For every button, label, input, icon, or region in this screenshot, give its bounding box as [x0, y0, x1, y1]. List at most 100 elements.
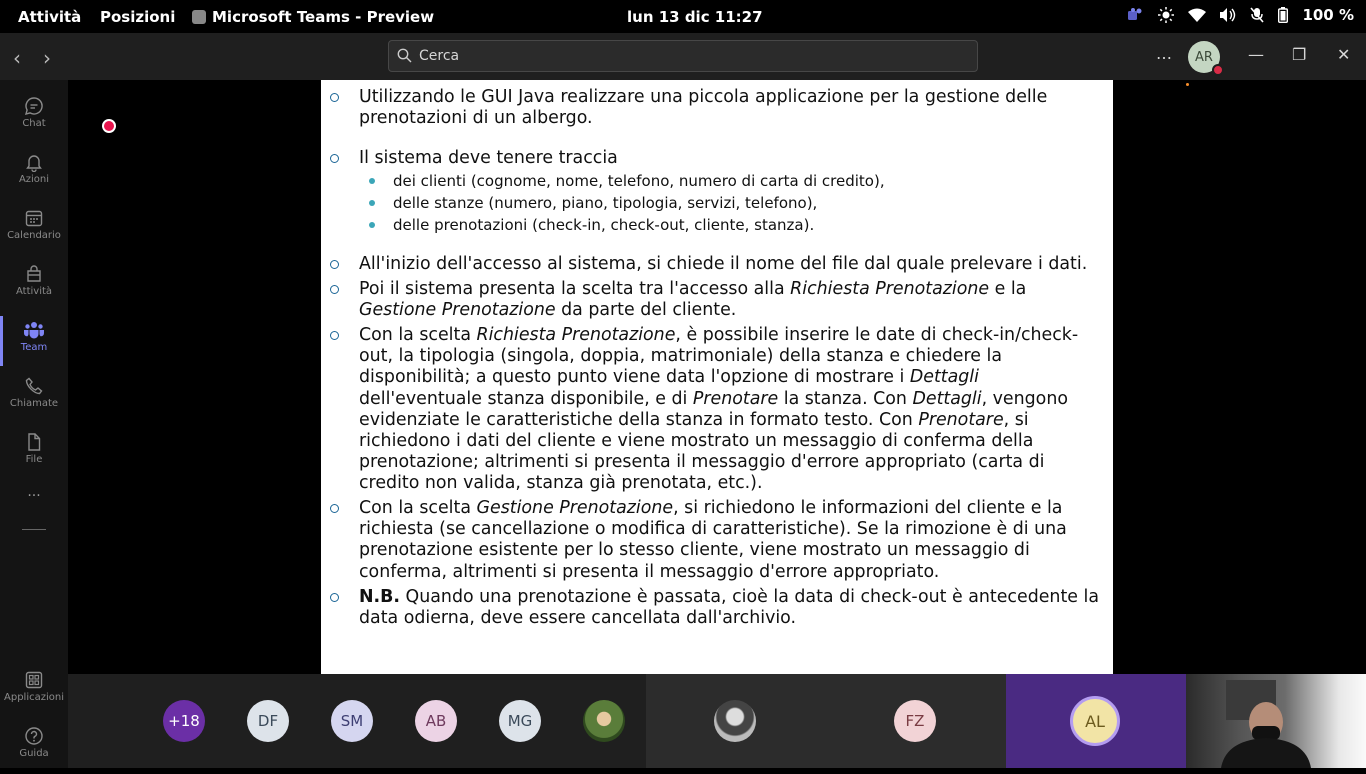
status-dot-icon	[1186, 83, 1189, 86]
shared-slide: Utilizzando le GUI Java realizzare una p…	[321, 80, 1113, 674]
bullet-circle-icon	[330, 331, 339, 340]
bullet-circle-icon	[330, 285, 339, 294]
bullet-text: N.B. Quando una prenotazione è passata, …	[359, 587, 1099, 629]
sub-bullet-text: delle prenotazioni (check-in, check-out,…	[393, 216, 815, 234]
sidebar-item-label: Applicazioni	[4, 692, 64, 703]
minimize-button[interactable]: —	[1248, 45, 1264, 64]
slide-sub-bullet: dei clienti (cognome, nome, telefono, nu…	[369, 172, 885, 190]
slide-bullet: Utilizzando le GUI Java realizzare una p…	[330, 87, 1101, 129]
phone-icon	[25, 377, 43, 395]
slide-bullet: Poi il sistema presenta la scelta tra l'…	[330, 279, 1101, 321]
sub-bullet-text: dei clienti (cognome, nome, telefono, nu…	[393, 172, 885, 190]
file-icon	[28, 433, 41, 451]
more-apps-button[interactable]: ···	[0, 488, 68, 540]
bullet-text: Il sistema deve tenere traccia	[359, 148, 618, 168]
help-icon	[25, 727, 43, 745]
participant-tile[interactable]: FZ	[826, 674, 1006, 768]
slide-bullet: Con la scelta Richiesta Prenotazione, è …	[330, 325, 1101, 495]
mic-muted-icon	[1250, 7, 1265, 23]
sidebar-item-label: Chat	[22, 118, 46, 129]
more-participants-button[interactable]: +18	[163, 700, 205, 742]
sidebar-item-label: File	[25, 454, 43, 465]
bell-icon	[26, 155, 42, 172]
bullet-text: All'inizio dell'accesso al sistema, si c…	[359, 254, 1088, 274]
bullet-dot-icon	[369, 222, 375, 228]
brightness-icon	[1158, 7, 1175, 23]
slide-bullet: Con la scelta Gestione Prenotazione, si …	[330, 498, 1101, 583]
bullet-circle-icon	[330, 260, 339, 269]
sidebar-item-chiamate[interactable]: Chiamate	[0, 372, 68, 424]
search-input[interactable]: Cerca	[388, 40, 978, 72]
forward-arrow-icon[interactable]: ›	[43, 46, 51, 70]
sub-bullet-text: delle stanze (numero, piano, tipologia, …	[393, 194, 818, 212]
participant-avatar[interactable]: SM	[331, 700, 373, 742]
participant-avatar[interactable]: DF	[247, 700, 289, 742]
participant-tile-speaking[interactable]: AL	[1006, 674, 1186, 768]
sidebar-item-chat[interactable]: Chat	[0, 92, 68, 144]
bullet-circle-icon	[330, 154, 339, 163]
positions-menu[interactable]: Posizioni	[100, 8, 175, 26]
meeting-stage: Utilizzando le GUI Java realizzare una p…	[68, 80, 1366, 674]
participants-gallery: +18 DF SM AB MG FZ AL	[68, 674, 1366, 768]
participant-avatar[interactable]: AB	[415, 700, 457, 742]
bullet-text: Poi il sistema presenta la scelta tra l'…	[359, 279, 1027, 321]
person-video-icon	[1221, 680, 1311, 768]
sidebar-divider	[22, 529, 46, 530]
teams-tray-icon[interactable]	[1126, 7, 1144, 23]
recording-indicator-icon	[102, 119, 116, 133]
slide-bullet: N.B. Quando una prenotazione è passata, …	[330, 587, 1101, 629]
slide-bullet: Il sistema deve tenere traccia	[330, 148, 1101, 169]
sidebar-item-label: Attività	[15, 286, 53, 297]
participant-photo-avatar	[714, 700, 756, 742]
bullet-dot-icon	[369, 178, 375, 184]
bag-icon	[27, 265, 41, 282]
sidebar-item-label: Calendario	[7, 230, 61, 241]
bullet-circle-icon	[330, 504, 339, 513]
participant-photo-avatar[interactable]	[583, 700, 625, 742]
volume-icon	[1220, 8, 1236, 22]
sidebar-item-label: Team	[20, 342, 48, 353]
sidebar-item-label: Azioni	[18, 174, 50, 185]
sidebar-item-calendario[interactable]: Calendario	[0, 204, 68, 256]
sidebar-item-attivita[interactable]: Attività	[0, 260, 68, 312]
sidebar-item-label: Guida	[19, 748, 49, 759]
slide-bullet: All'inizio dell'accesso al sistema, si c…	[330, 254, 1101, 275]
restore-button[interactable]: ❐	[1292, 45, 1306, 64]
activities-button[interactable]: Attività	[18, 8, 81, 26]
calendar-icon	[25, 210, 43, 227]
bullet-dot-icon	[369, 200, 375, 206]
teams-title-bar: ‹ › Cerca … AR — ❐ ✕	[0, 33, 1366, 80]
participant-avatar[interactable]: MG	[499, 700, 541, 742]
more-options-button[interactable]: …	[1156, 44, 1172, 63]
battery-percent: 100 %	[1302, 6, 1354, 24]
app-bar: Chat Azioni Calendario Attività Team Chi…	[0, 80, 68, 768]
bullet-circle-icon	[330, 593, 339, 602]
bullet-text: Con la scelta Richiesta Prenotazione, è …	[359, 325, 1079, 494]
app-menu[interactable]: Microsoft Teams - Preview	[192, 8, 434, 26]
apps-icon	[25, 671, 43, 689]
app-title: Microsoft Teams - Preview	[212, 8, 435, 26]
sidebar-item-azioni[interactable]: Azioni	[0, 148, 68, 200]
participant-avatar: FZ	[894, 700, 936, 742]
chat-icon	[24, 97, 43, 116]
team-icon	[23, 322, 45, 339]
back-arrow-icon[interactable]: ‹	[13, 46, 21, 70]
participant-video[interactable]	[1186, 674, 1366, 768]
system-tray[interactable]: 100 %	[1126, 6, 1354, 24]
close-button[interactable]: ✕	[1337, 45, 1350, 64]
bullet-text: Utilizzando le GUI Java realizzare una p…	[359, 87, 1048, 129]
bullet-circle-icon	[330, 93, 339, 102]
sidebar-item-applicazioni[interactable]: Applicazioni	[0, 666, 68, 718]
sidebar-item-guida[interactable]: Guida	[0, 722, 68, 774]
bullet-text: Con la scelta Gestione Prenotazione, si …	[359, 498, 1067, 582]
sidebar-item-team[interactable]: Team	[0, 316, 68, 368]
participant-avatar: AL	[1070, 696, 1120, 746]
search-icon	[397, 48, 412, 67]
clock[interactable]: lun 13 dic 11:27	[627, 8, 763, 26]
participant-tile[interactable]	[646, 674, 826, 768]
avatar[interactable]: AR	[1188, 41, 1224, 76]
sidebar-item-label: Chiamate	[9, 398, 59, 409]
sidebar-item-file[interactable]: File	[0, 428, 68, 480]
slide-sub-bullet: delle stanze (numero, piano, tipologia, …	[369, 194, 818, 212]
avatar-initials: AR	[1195, 49, 1213, 65]
